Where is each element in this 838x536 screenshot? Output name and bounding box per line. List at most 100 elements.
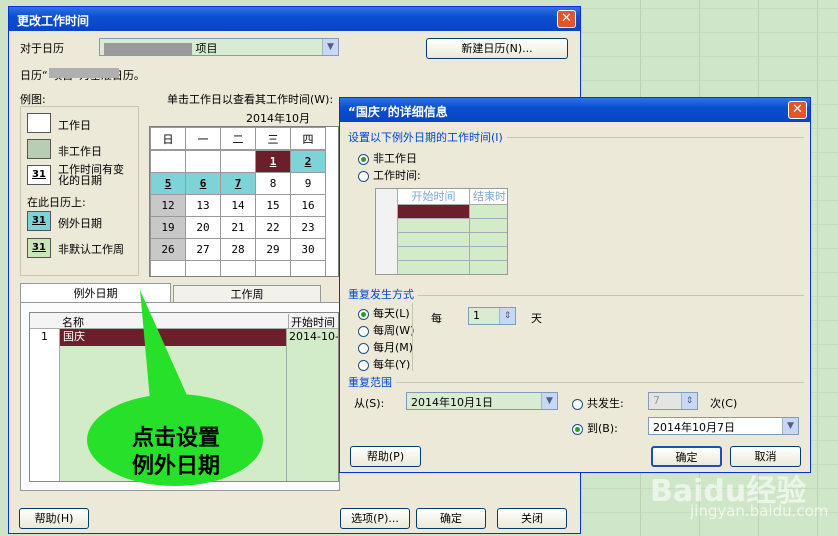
every-spinner[interactable]: 1 ⇕ [468, 307, 516, 325]
chevron-down-icon[interactable]: ▼ [541, 393, 557, 409]
calendar-day[interactable] [220, 150, 256, 173]
options-button[interactable]: 选项(P)... [340, 508, 410, 529]
calendar-day[interactable]: 22 [255, 216, 291, 239]
calendar-day[interactable]: 30 [290, 238, 326, 261]
row-start[interactable]: 2014-10-1 [286, 329, 338, 346]
calendar-day[interactable]: 6 [185, 172, 221, 195]
row-number [30, 380, 60, 397]
new-calendar-button[interactable]: 新建日历(N)... [426, 38, 568, 59]
calendar-day[interactable]: 15 [255, 194, 291, 217]
worktime-row[interactable] [398, 233, 507, 247]
working-time-label: 工作时间: [373, 169, 421, 182]
legend-nonwork-text: 非工作日 [58, 145, 102, 158]
calendar-day[interactable] [150, 260, 186, 276]
from-date-select[interactable]: 2014年10月1日 ▼ [406, 392, 558, 410]
row-start[interactable] [286, 448, 338, 465]
calendar-day[interactable] [185, 260, 221, 276]
calendar-day[interactable] [290, 260, 326, 276]
close-button[interactable]: 关闭 [497, 508, 567, 529]
calendar-day[interactable]: 29 [255, 238, 291, 261]
to-radio[interactable]: 到(B): [572, 420, 618, 436]
row-start[interactable] [286, 397, 338, 414]
row-start[interactable] [286, 431, 338, 448]
calendar-day[interactable]: 26 [150, 238, 186, 261]
worktime-end-cell[interactable] [470, 205, 507, 218]
worktime-end-cell[interactable] [470, 219, 507, 232]
worktime-start-cell[interactable] [398, 261, 470, 274]
row-start[interactable] [286, 380, 338, 397]
calendar-day[interactable]: 20 [185, 216, 221, 239]
working-time-radio[interactable]: 工作时间: [358, 167, 421, 183]
detail-cancel-button[interactable]: 取消 [730, 446, 801, 467]
calendar-day[interactable]: 13 [185, 194, 221, 217]
calendar-day[interactable]: 21 [220, 216, 256, 239]
calendar-day[interactable] [220, 260, 256, 276]
calendar-day[interactable] [185, 150, 221, 173]
row-number [30, 363, 60, 380]
row-start[interactable] [286, 363, 338, 380]
calendar-day[interactable]: 28 [220, 238, 256, 261]
month-calendar[interactable]: 日一二三四 1 2 5 6 7 8 9 12 13 14 15 16 19 20 21 22 23 26 27 28 2… [149, 126, 339, 277]
calendar-day[interactable]: 7 [220, 172, 256, 195]
calendar-day[interactable]: 2 [290, 150, 326, 173]
worktime-grid[interactable]: 开始时间 结束时 [375, 188, 508, 275]
nonworking-radio[interactable]: 非工作日 [358, 150, 417, 166]
to-date-select[interactable]: 2014年10月7日 ▼ [648, 417, 799, 435]
chevron-down-icon[interactable]: ▼ [322, 39, 338, 55]
on-this-calendar: 在此日历上: [27, 196, 86, 209]
worktime-row[interactable] [398, 219, 507, 233]
worktime-start-cell[interactable] [398, 247, 470, 260]
chevron-down-icon[interactable]: ▼ [782, 418, 798, 434]
calendar-day[interactable]: 9 [290, 172, 326, 195]
calendar-day[interactable]: 23 [290, 216, 326, 239]
worktime-row[interactable] [398, 261, 507, 274]
spin-updown-icon[interactable]: ⇕ [499, 308, 515, 324]
weekday-header: 三 [255, 127, 291, 150]
every-value: 1 [473, 309, 480, 322]
close-icon[interactable]: ✕ [557, 10, 576, 28]
col-start-header: 开始时间 [398, 189, 470, 205]
every-label: 每 [431, 312, 442, 325]
worktime-row[interactable] [398, 247, 507, 261]
worktime-end-cell[interactable] [470, 233, 507, 246]
calendar-day[interactable]: 16 [290, 194, 326, 217]
occurrences-radio[interactable]: 共发生: [572, 395, 624, 411]
legend-changed-text: 工作时间有变化的日期 [58, 163, 124, 187]
recur-label: 重复发生方式 [348, 286, 418, 302]
calendar-select[interactable]: 项目 ▼ [99, 38, 339, 56]
close-icon[interactable]: ✕ [788, 101, 807, 119]
ok-button[interactable]: 确定 [416, 508, 486, 529]
detail-help-button[interactable]: 帮助(P) [350, 446, 421, 467]
calendar-day[interactable]: 19 [150, 216, 186, 239]
row-start[interactable] [286, 346, 338, 363]
calendar-day[interactable]: 8 [255, 172, 291, 195]
recur-option-radio[interactable]: 每年(Y) [358, 356, 410, 372]
spin-updown-icon[interactable]: ⇕ [681, 393, 697, 409]
calendar-day[interactable]: 5 [150, 172, 186, 195]
recur-option-label: 每周(W) [373, 324, 415, 337]
calendar-day[interactable] [150, 150, 186, 173]
recur-option-radio[interactable]: 每天(L) [358, 305, 410, 321]
row-start[interactable] [286, 465, 338, 481]
column-start-header: 开始时间 [288, 314, 335, 330]
row-start[interactable] [286, 414, 338, 431]
worktime-start-cell[interactable] [398, 219, 470, 232]
worktime-start-cell[interactable] [398, 233, 470, 246]
recur-option-radio[interactable]: 每周(W) [358, 322, 414, 338]
times-label: 次(C) [710, 397, 738, 410]
calendar-day[interactable]: 1 [255, 150, 291, 173]
calendar-day[interactable]: 27 [185, 238, 221, 261]
detail-ok-button[interactable]: 确定 [651, 446, 722, 467]
help-button[interactable]: 帮助(H) [19, 508, 89, 529]
calendar-day[interactable]: 14 [220, 194, 256, 217]
legend-exception-swatch: 31 [27, 211, 51, 231]
recur-option-radio[interactable]: 每月(M) [358, 339, 413, 355]
worktime-row[interactable] [398, 205, 507, 219]
calendar-day[interactable]: 12 [150, 194, 186, 217]
worktime-end-cell[interactable] [470, 261, 507, 274]
calendar-day[interactable] [255, 260, 291, 276]
occurrences-spinner[interactable]: 7 ⇕ [648, 392, 698, 410]
legend-exception-text: 例外日期 [58, 217, 102, 230]
worktime-start-cell[interactable] [398, 205, 470, 218]
worktime-end-cell[interactable] [470, 247, 507, 260]
